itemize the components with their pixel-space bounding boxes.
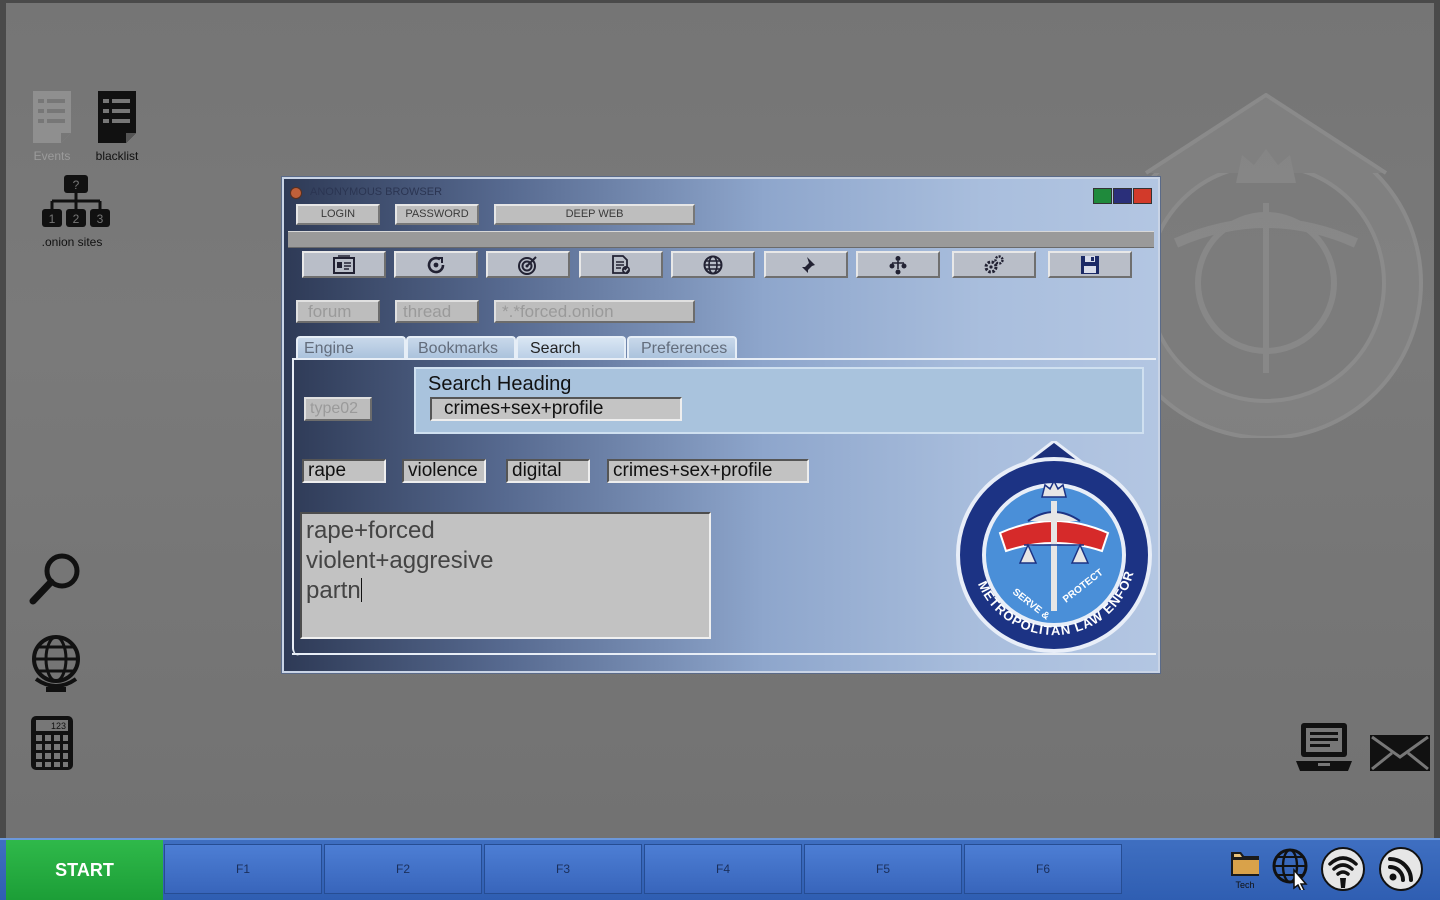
- address-bar[interactable]: [288, 231, 1154, 248]
- window-control-red[interactable]: [1133, 188, 1152, 204]
- magnifier-icon: [29, 553, 80, 605]
- sitemap-icon: ? 1 2 3: [42, 175, 110, 227]
- f6-button[interactable]: F6: [964, 844, 1122, 894]
- tab-engine[interactable]: Engine: [296, 336, 406, 360]
- desktop-icon-events[interactable]: Events: [26, 89, 78, 163]
- gears-icon: [984, 254, 1004, 273]
- tray-wifi[interactable]: [1320, 846, 1366, 897]
- onion-url-field[interactable]: *.*forced.onion: [494, 300, 695, 323]
- law-enforcement-seal-icon: METROPOLITAN LAW ENFORCEMENT SERVE & PRO…: [954, 441, 1152, 653]
- login-button[interactable]: LOGIN: [296, 204, 380, 225]
- rss-feed-icon: [1379, 847, 1423, 891]
- toolbar-document-check-button[interactable]: [579, 251, 663, 278]
- wifi-icon: [1321, 847, 1365, 891]
- tray-tech-label: Tech: [1235, 880, 1255, 890]
- window-titlebar[interactable]: ANONYMOUS BROWSER: [284, 183, 1158, 201]
- network-users-icon: [889, 255, 907, 274]
- deep-web-button[interactable]: DEEP WEB: [494, 204, 695, 225]
- sitemap-digit-3: 3: [97, 212, 104, 226]
- query-line-3: partn: [306, 577, 361, 604]
- folder-icon: [1231, 852, 1259, 876]
- desktop-icon-mail[interactable]: [1368, 731, 1432, 778]
- search-query-textarea[interactable]: rape+forced violent+aggresive partn: [300, 512, 711, 639]
- document-list-icon: [33, 91, 71, 143]
- toolbar-profile-button[interactable]: [302, 251, 386, 278]
- type-field[interactable]: type02: [304, 397, 372, 421]
- window-control-green[interactable]: [1093, 188, 1112, 204]
- app-icon: [290, 187, 302, 199]
- keyword-digital[interactable]: digital: [506, 459, 590, 483]
- tray-web-cursor[interactable]: [1272, 846, 1312, 895]
- window-title: ANONYMOUS BROWSER: [310, 186, 443, 198]
- tab-search[interactable]: Search: [516, 336, 626, 360]
- toolbar-network-button[interactable]: [856, 251, 940, 278]
- events-label: Events: [33, 149, 71, 163]
- password-button[interactable]: PASSWORD: [395, 204, 479, 225]
- sitemap-digit-1: 1: [49, 212, 56, 226]
- sitemap-digit-q: ?: [73, 178, 80, 192]
- desktop-icon-search[interactable]: [28, 551, 84, 610]
- f4-button[interactable]: F4: [644, 844, 802, 894]
- search-heading-label: Search Heading: [428, 373, 572, 395]
- window-controls: [1093, 188, 1152, 204]
- tab-bookmarks[interactable]: Bookmarks: [406, 336, 516, 360]
- toolbar-settings-button[interactable]: [952, 251, 1036, 278]
- calculator-display: 123: [51, 721, 66, 731]
- envelope-icon: [1370, 735, 1430, 771]
- desktop-icon-laptop[interactable]: [1294, 721, 1354, 778]
- toolbar-refresh-button[interactable]: [394, 251, 478, 278]
- thread-field[interactable]: thread: [395, 300, 479, 323]
- calculator-icon: 123: [31, 716, 73, 770]
- toolbar-globe-button[interactable]: [671, 251, 755, 278]
- onion-sites-label: .onion sites: [41, 235, 103, 249]
- keyword-rape[interactable]: rape: [302, 459, 386, 483]
- pushpin-icon: [800, 256, 815, 275]
- web-globe-icon: [703, 255, 723, 274]
- search-heading-input[interactable]: crimes+sex+profile: [430, 397, 682, 421]
- query-line-3-wrap: partn: [306, 576, 705, 606]
- toolbar-save-button[interactable]: [1048, 251, 1132, 278]
- keyword-violence[interactable]: violence: [402, 459, 486, 483]
- desktop-icon-blacklist[interactable]: blacklist: [90, 89, 144, 163]
- id-card-icon: [333, 254, 355, 274]
- target-icon: [518, 255, 537, 275]
- blacklist-label: blacklist: [95, 149, 139, 163]
- tray-tech-folder[interactable]: Tech: [1228, 848, 1262, 890]
- start-button[interactable]: START: [6, 840, 163, 900]
- f3-button[interactable]: F3: [484, 844, 642, 894]
- sitemap-digit-2: 2: [73, 212, 80, 226]
- tray-rss[interactable]: [1378, 846, 1424, 897]
- desktop-icon-calculator[interactable]: 123: [30, 715, 74, 774]
- globe-icon: [32, 635, 80, 692]
- blacklist-icon: [98, 91, 136, 143]
- window-control-blue[interactable]: [1113, 188, 1132, 204]
- text-caret: [360, 578, 362, 602]
- panel-divider: [292, 653, 1156, 655]
- document-check-icon: [612, 254, 630, 274]
- tab-preferences[interactable]: Preferences: [627, 336, 737, 360]
- desktop-icon-globe[interactable]: [28, 631, 84, 698]
- query-line-1: rape+forced: [306, 517, 435, 544]
- f2-button[interactable]: F2: [324, 844, 482, 894]
- desktop-icon-onion-sites[interactable]: ? 1 2 3 .onion sites: [36, 175, 116, 249]
- globe-cursor-icon: [1272, 848, 1308, 892]
- search-heading-box: Search Heading crimes+sex+profile: [414, 367, 1144, 434]
- taskbar: START F1 F2 F3 F4 F5 F6 Tech: [0, 838, 1440, 900]
- floppy-disk-icon: [1081, 255, 1099, 274]
- f1-button[interactable]: F1: [164, 844, 322, 894]
- toolbar-pin-button[interactable]: [764, 251, 848, 278]
- laptop-icon: [1296, 723, 1352, 771]
- toolbar-target-button[interactable]: [486, 251, 570, 278]
- anonymous-browser-window: ANONYMOUS BROWSER LOGIN PASSWORD DEEP WE…: [282, 177, 1160, 673]
- f5-button[interactable]: F5: [804, 844, 962, 894]
- refresh-icon: [427, 256, 445, 273]
- forum-field[interactable]: forum: [296, 300, 380, 323]
- keyword-crimes-sex-profile[interactable]: crimes+sex+profile: [607, 459, 809, 483]
- query-line-2: violent+aggresive: [306, 547, 494, 574]
